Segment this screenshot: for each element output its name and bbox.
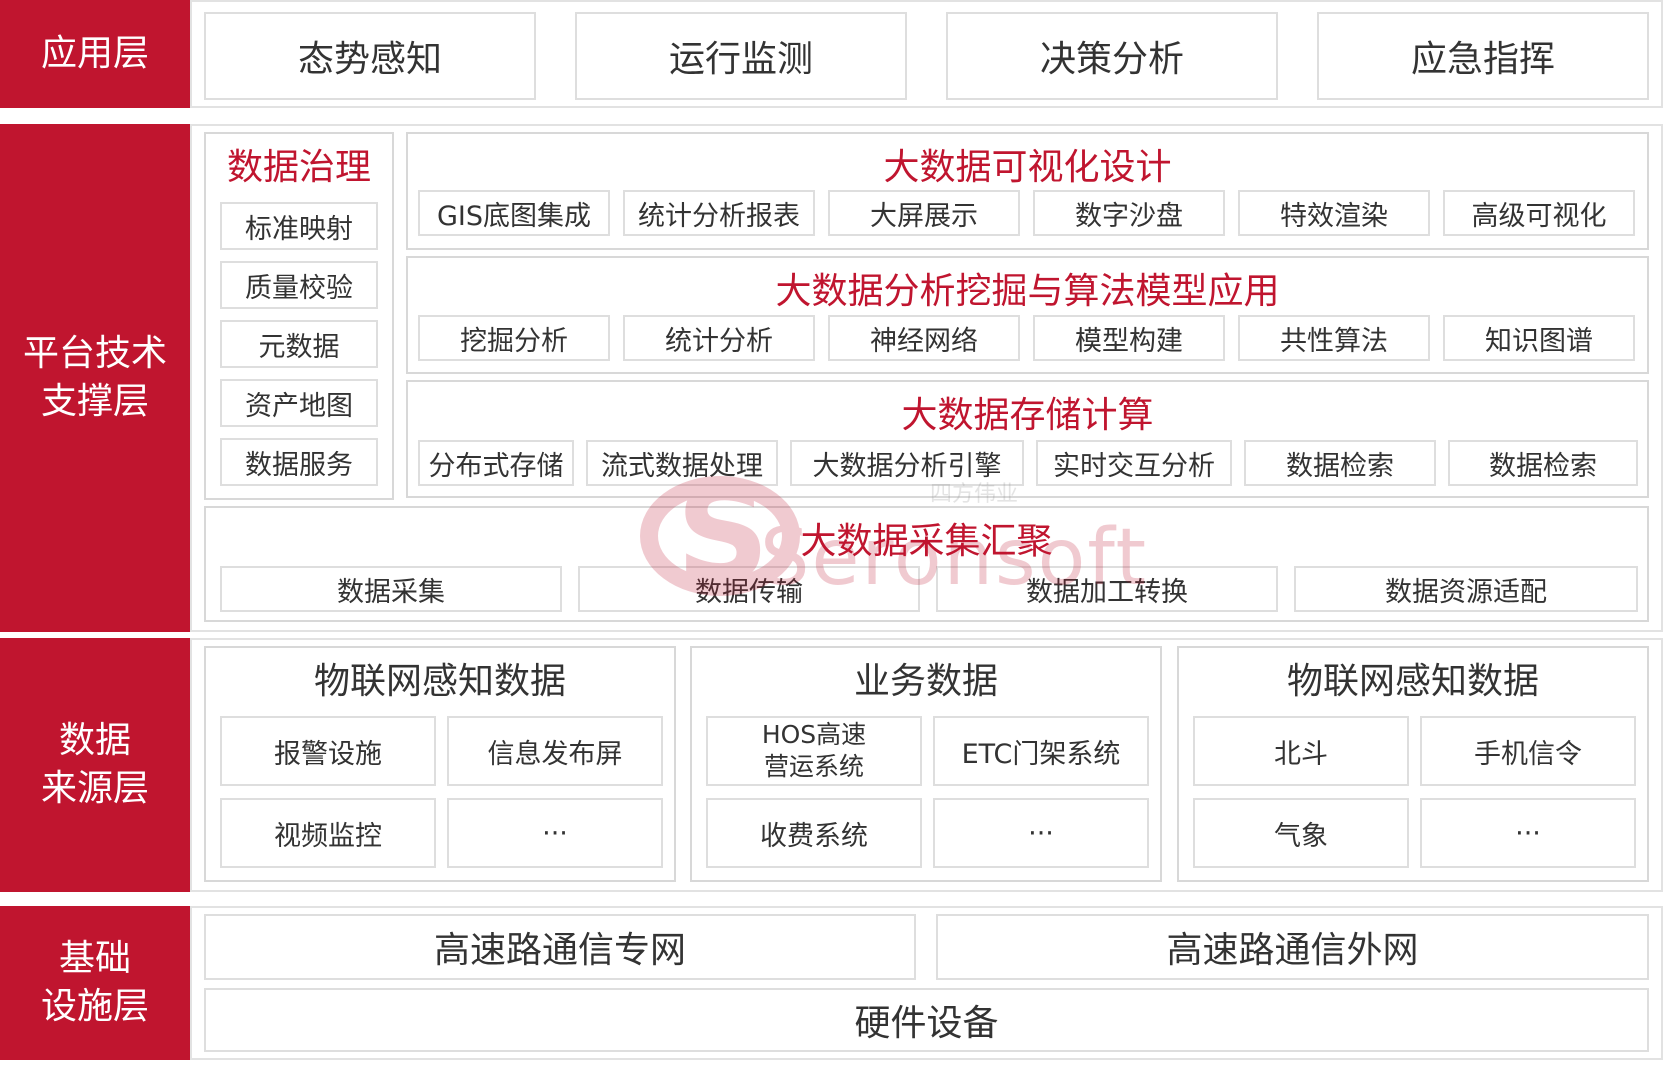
source-item-info-screen: 信息发布屏 [447, 716, 663, 786]
collection-item-transmission: 数据传输 [578, 566, 920, 612]
app-item-emergency-command: 应急指挥 [1317, 12, 1649, 100]
source-layer-label: 数据 来源层 [0, 638, 190, 892]
source-item-alarm: 报警设施 [220, 716, 436, 786]
vis-item-advanced-vis: 高级可视化 [1443, 190, 1635, 236]
storage-item-distributed: 分布式存储 [418, 440, 574, 486]
source-group-iot-2-title: 物联网感知数据 [1286, 661, 1539, 702]
platform-layer-label: 平台技术 支撑层 [0, 124, 190, 632]
source-item-mobile-signal: 手机信令 [1420, 716, 1636, 786]
governance-title: 数据治理 [226, 147, 371, 188]
infra-public-network: 高速路通信外网 [936, 914, 1649, 980]
vis-item-big-screen: 大屏展示 [828, 190, 1020, 236]
source-item-weather: 气象 [1193, 798, 1409, 868]
collection-item-processing: 数据加工转换 [936, 566, 1278, 612]
mining-item-mining-analysis: 挖掘分析 [418, 315, 610, 361]
app-item-decision-analysis: 决策分析 [946, 12, 1278, 100]
storage-item-stream: 流式数据处理 [586, 440, 778, 486]
source-group-business-title: 业务数据 [853, 661, 998, 702]
infra-private-network: 高速路通信专网 [204, 914, 916, 980]
vis-item-effect-render: 特效渲染 [1238, 190, 1430, 236]
storage-item-engine: 大数据分析引擎 [790, 440, 1024, 486]
source-item-etc: ETC门架系统 [933, 716, 1149, 786]
infrastructure-layer-label: 基础 设施层 [0, 906, 190, 1060]
source-item-hos: HOS高速 营运系统 [706, 716, 922, 786]
storage-item-retrieval-1: 数据检索 [1244, 440, 1436, 486]
visualization-title: 大数据可视化设计 [883, 147, 1172, 188]
source-item-more-2: ··· [933, 798, 1149, 868]
collection-item-adaptation: 数据资源适配 [1294, 566, 1638, 612]
mining-item-knowledge-graph: 知识图谱 [1443, 315, 1635, 361]
mining-item-common-algorithm: 共性算法 [1238, 315, 1430, 361]
application-layer-label: 应用层 [0, 0, 190, 108]
vis-item-digital-sandbox: 数字沙盘 [1033, 190, 1225, 236]
governance-item-metadata: 元数据 [220, 320, 378, 368]
infra-hardware: 硬件设备 [204, 988, 1649, 1052]
source-item-more-3: ··· [1420, 798, 1636, 868]
collection-title: 大数据采集汇聚 [800, 521, 1053, 562]
source-item-more-1: ··· [447, 798, 663, 868]
governance-item-data-service: 数据服务 [220, 438, 378, 486]
vis-item-stat-report: 统计分析报表 [623, 190, 815, 236]
app-item-operation-monitoring: 运行监测 [575, 12, 907, 100]
governance-item-standard-mapping: 标准映射 [220, 202, 378, 250]
governance-item-asset-map: 资产地图 [220, 379, 378, 427]
source-item-beidou: 北斗 [1193, 716, 1409, 786]
vis-item-gis: GIS底图集成 [418, 190, 610, 236]
collection-item-acquisition: 数据采集 [220, 566, 562, 612]
mining-title: 大数据分析挖掘与算法模型应用 [775, 271, 1280, 312]
governance-item-quality-check: 质量校验 [220, 261, 378, 309]
app-item-situation-awareness: 态势感知 [204, 12, 536, 100]
mining-item-neural-network: 神经网络 [828, 315, 1020, 361]
storage-title: 大数据存储计算 [901, 395, 1154, 436]
source-group-iot-1-title: 物联网感知数据 [313, 661, 566, 702]
source-item-toll: 收费系统 [706, 798, 922, 868]
source-item-video: 视频监控 [220, 798, 436, 868]
mining-item-stat-analysis: 统计分析 [623, 315, 815, 361]
storage-item-realtime: 实时交互分析 [1036, 440, 1232, 486]
mining-item-model-build: 模型构建 [1033, 315, 1225, 361]
storage-item-retrieval-2: 数据检索 [1448, 440, 1638, 486]
